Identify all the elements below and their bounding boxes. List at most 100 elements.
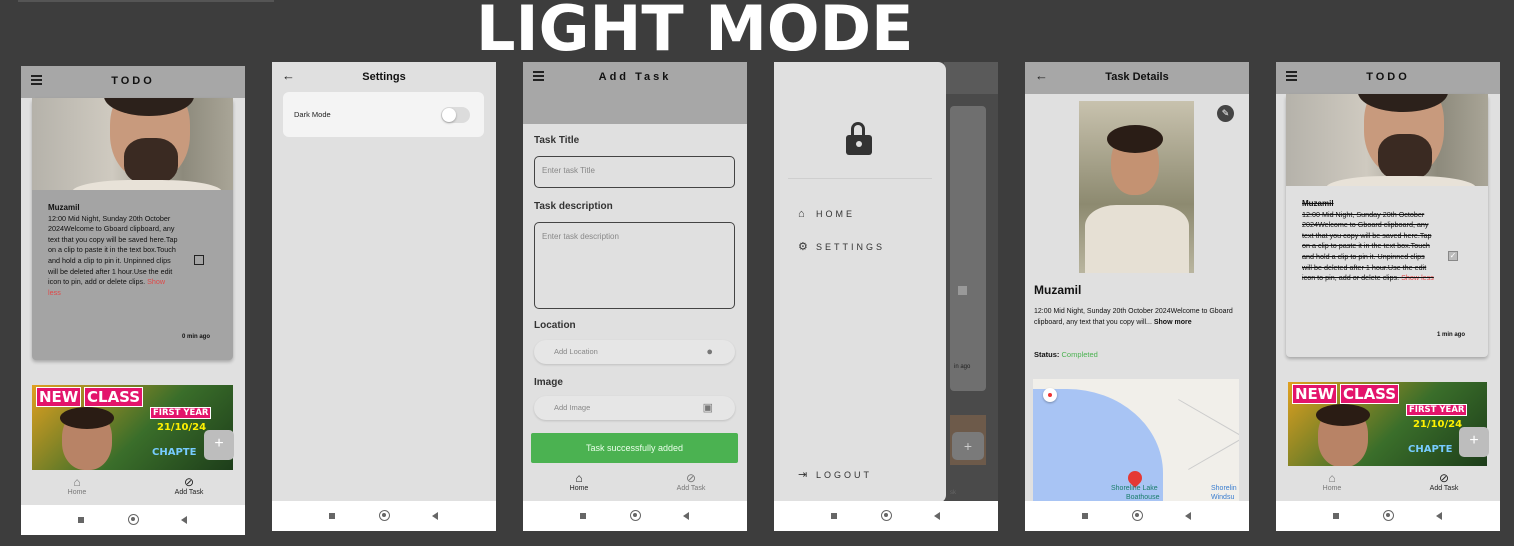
bottom-nav: ⌂ Home ⊘ Add Task [523,467,747,501]
app-title: TODO [111,75,155,87]
location-map[interactable]: Shoreline Lake Boathouse Shorelin Windsu [1033,379,1239,501]
recents-button[interactable] [329,513,335,519]
task-card[interactable]: Muzamil 12:00 Mid Night, Sunday 20th Oct… [1286,94,1488,357]
home-icon: ⌂ [73,475,81,489]
task-title-input[interactable]: Enter task Title [534,156,735,188]
system-nav-bar [523,501,747,531]
home-system-button[interactable] [379,510,390,521]
system-nav-bar [272,501,496,531]
app-title: TODO [1366,71,1410,83]
recents-button[interactable] [78,517,84,523]
task-banner-image[interactable]: NEW CLASS FIRST YEAR 21/10/24 CHAPTE [32,385,233,470]
task-photo [1079,101,1194,273]
phone-todo-completed: TODO Muzamil 12:00 Mid Night, Sunday 20t… [1276,62,1500,531]
dark-mode-row[interactable]: Dark Mode [283,92,484,137]
home-icon: ⌂ [1328,471,1336,485]
back-system-button[interactable] [181,516,187,524]
phone-settings: ← Settings Dark Mode [272,62,496,531]
home-system-button[interactable] [881,510,892,521]
phone-add-task: Add Task Task Title Enter task Title Tas… [523,62,747,531]
app-bar: TODO [21,66,245,98]
nav-home[interactable]: ⌂ Home [1302,471,1362,492]
app-bar: ← Task Details [1025,62,1249,94]
page-heading: LIGHT MODE [476,0,914,65]
task-photo [1286,94,1488,186]
task-description-label: Task description [534,201,613,212]
home-system-button[interactable] [128,514,139,525]
nav-add-task[interactable]: ⊘ Add Task [661,471,721,492]
image-icon: ▣ [702,402,713,414]
nav-home[interactable]: ⌂ Home [549,471,609,492]
edit-pencil-icon[interactable]: ✎ [1217,105,1234,122]
logout-icon: ⇥ [798,469,808,481]
success-snackbar: Task successfully added [531,433,738,463]
task-banner-image[interactable]: NEW CLASS FIRST YEAR 21/10/24 CHAPTE [1288,382,1487,466]
check-circle-icon: ⊘ [1438,471,1450,485]
back-system-button[interactable] [432,512,438,520]
recents-button[interactable] [580,513,586,519]
task-time: 1 min ago [1437,332,1466,338]
recents-button[interactable] [831,513,837,519]
drawer-item-logout[interactable]: ⇥ LOGOUT [798,468,872,481]
unlock-icon [846,122,872,156]
task-card[interactable]: Muzamil 12:00 Mid Night, Sunday 20th Oct… [32,98,233,360]
nav-add-task[interactable]: ⊘ Add Task [159,475,219,496]
app-title: Task Details [1105,71,1169,83]
home-system-button[interactable] [1132,510,1143,521]
home-system-button[interactable] [630,510,641,521]
check-circle-icon: ⊘ [183,475,195,489]
task-title-label: Task Title [534,135,580,146]
show-more-link[interactable]: Show more [1154,319,1192,326]
dark-mode-toggle[interactable] [441,107,470,123]
task-photo [32,98,233,190]
back-system-button[interactable] [1185,512,1191,520]
app-bar: ← Settings [272,62,496,94]
home-icon: ⌂ [798,208,805,220]
gear-icon: ⚙ [798,241,808,253]
location-input[interactable]: Add Location ● [534,340,735,364]
task-checkbox-checked[interactable]: ✓ [1448,251,1458,261]
phone-task-details: ← Task Details ✎ Muzamil 12:00 Mid Night… [1025,62,1249,531]
recents-button[interactable] [1082,513,1088,519]
back-system-button[interactable] [934,512,940,520]
add-task-fab[interactable]: + [1459,427,1489,457]
system-nav-bar [774,501,998,531]
add-task-fab[interactable]: + [204,430,234,460]
back-system-button[interactable] [1436,512,1442,520]
task-checkbox[interactable] [194,255,204,265]
check-circle-icon: ⊘ [685,471,697,485]
nav-add-task[interactable]: ⊘ Add Task [1414,471,1474,492]
task-name: Muzamil [1302,199,1334,208]
bottom-nav: ⌂ Home ⊘ Add Task [21,471,245,505]
app-title: Add Task [598,71,672,83]
system-nav-bar [1276,501,1500,531]
task-time: 0 min ago [182,334,211,340]
task-text: Muzamil 12:00 Mid Night, Sunday 20th Oct… [1302,199,1434,283]
location-pin-icon: ● [706,346,713,358]
drawer-item-home[interactable]: ⌂ HOME [798,208,855,220]
app-bar: TODO [1276,62,1500,94]
task-name: Muzamil [48,203,80,212]
location-label: Location [534,320,576,331]
back-system-button[interactable] [683,512,689,520]
recents-button[interactable] [1333,513,1339,519]
phone-drawer: in ago + sk ⌂ HOME ⚙ SETTINGS ⇥ LOGOUT [774,62,998,531]
bottom-nav: ⌂ Home ⊘ Add Task [1276,467,1500,501]
dark-mode-label: Dark Mode [294,110,331,119]
image-label: Image [534,377,563,388]
task-text: Muzamil 12:00 Mid Night, Sunday 20th Oct… [48,203,178,297]
navigation-drawer: ⌂ HOME ⚙ SETTINGS ⇥ LOGOUT [774,62,946,503]
drawer-item-settings[interactable]: ⚙ SETTINGS [798,240,885,253]
show-less-link[interactable]: Show less [1401,273,1434,282]
image-input[interactable]: Add Image ▣ [534,396,735,420]
top-divider [18,0,274,2]
home-icon: ⌂ [575,471,583,485]
nav-home[interactable]: ⌂ Home [47,475,107,496]
task-description: 12:00 Mid Night, Sunday 20th October 202… [1034,308,1233,326]
task-description-input[interactable]: Enter task description [534,222,735,309]
system-nav-bar [1025,501,1249,531]
home-system-button[interactable] [1383,510,1394,521]
phone-todo-list: TODO Muzamil 12:00 Mid Night, Sunday 20t… [21,66,245,535]
app-title: Settings [362,71,406,83]
status-value: Completed [1061,350,1098,359]
